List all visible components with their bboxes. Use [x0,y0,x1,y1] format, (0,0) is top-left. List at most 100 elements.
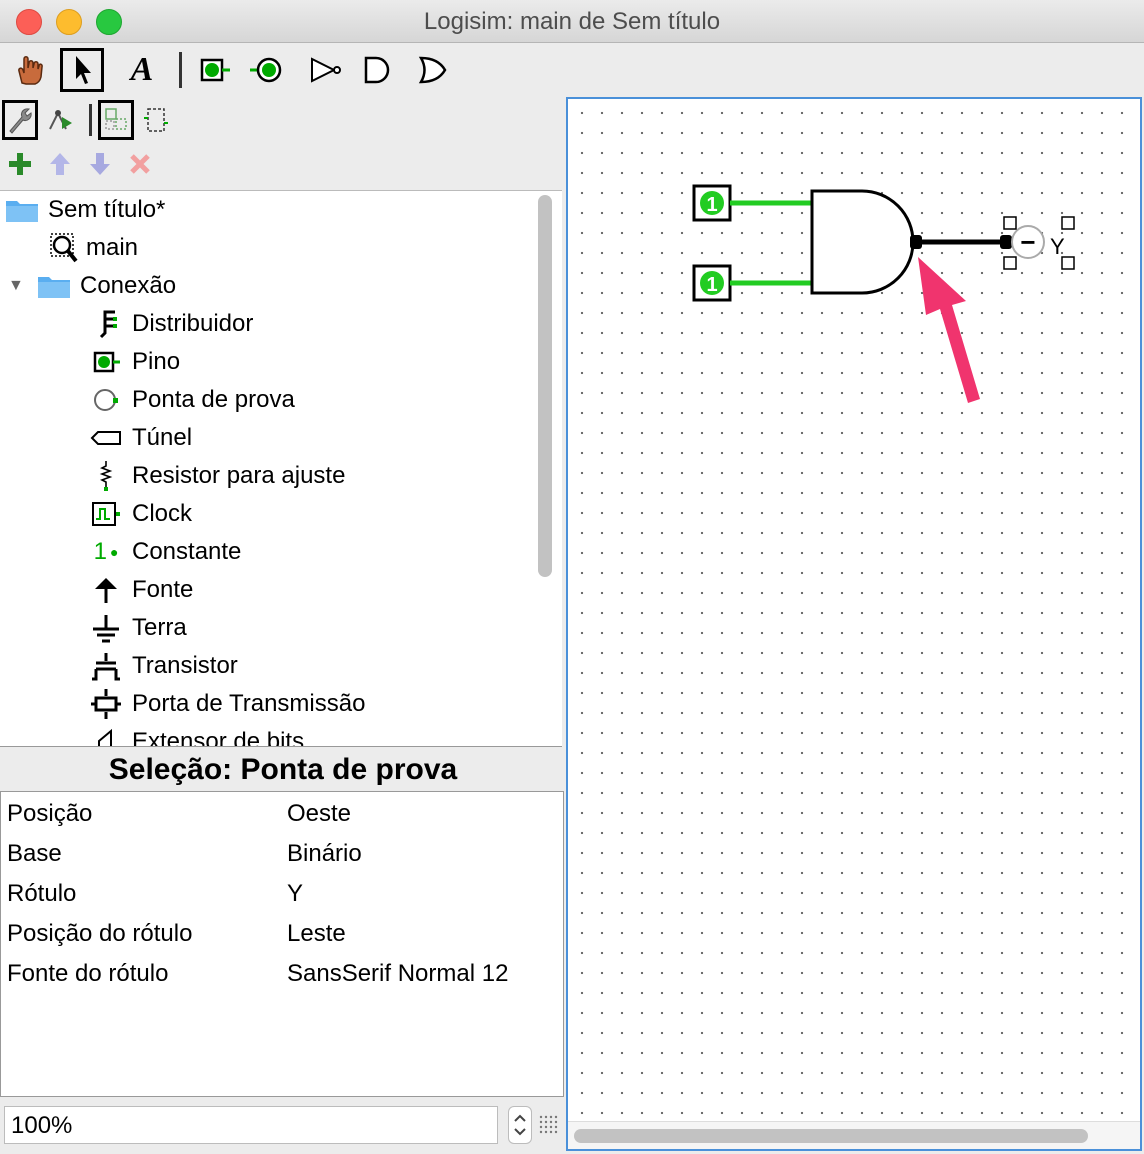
layout-view-button[interactable] [98,100,134,140]
attr-row-fonte-do-rotulo[interactable]: Fonte do rótulo SansSerif Normal 12 [7,954,508,994]
text-tool-button[interactable]: A [120,48,164,92]
probe-y[interactable]: − Y [1003,216,1075,270]
tree-item-label: Resistor para ajuste [132,462,346,489]
selection-handle[interactable] [1003,216,1017,230]
tree-item-label: Pino [132,348,181,375]
scrollbar-thumb[interactable] [574,1129,1088,1143]
or-gate-tool-button[interactable] [410,48,454,92]
probe-icon [86,383,126,417]
chevron-up-down-icon [514,1114,526,1136]
tree-item-distribuidor[interactable]: Distribuidor [86,305,253,343]
tree-item-fonte[interactable]: Fonte [86,571,193,609]
toolbox-view-button[interactable] [2,100,38,140]
selection-handle[interactable] [1061,256,1075,270]
tree-item-porta-de-transmissao[interactable]: Porta de Transmissão [86,685,365,723]
and-gate-icon [364,56,390,84]
tree-item-terra[interactable]: Terra [86,609,187,647]
tree-folder-conexao[interactable]: ▼ Conexão [8,267,176,305]
wire-endpoint[interactable] [1000,235,1012,249]
project-name: Sem título* [48,196,166,223]
tree-item-transistor[interactable]: Transistor [86,647,238,685]
canvas-horizontal-scrollbar[interactable] [568,1121,1140,1149]
tree-item-ponta-de-prova[interactable]: Ponta de prova [86,381,295,419]
logisim-window: Logisim: main de Sem título A Sem título… [0,0,1144,1154]
tree-project[interactable]: Sem título* [2,191,165,229]
input-pin-2[interactable]: 1 [692,264,732,302]
tree-item-constante[interactable]: 1 ● Constante [86,533,242,571]
input-pin-1[interactable]: 1 [692,184,732,222]
tree-item-pino[interactable]: Pino [86,343,180,381]
attr-key: Posição do rótulo [7,920,193,947]
plus-icon [9,153,31,175]
attr-value[interactable]: Oeste [287,800,351,828]
folder-icon [2,193,42,227]
attr-key: Rótulo [7,880,77,907]
tree-circuit-main[interactable]: main [48,229,138,267]
tree-item-label: Transistor [132,652,238,679]
tree-item-tunel[interactable]: Túnel [86,419,192,457]
constant-glyph: 1 [93,538,107,565]
pull-resistor-icon [86,459,126,493]
tree-item-label: Clock [132,500,193,527]
attribute-table: Posição Oeste Base Binário Rótulo Y Posi… [0,791,564,1097]
zoom-field[interactable]: 100% [4,1106,498,1144]
output-pin-tool-button[interactable] [246,48,290,92]
tree-item-label: Túnel [132,424,193,451]
tree-item-resistor-para-ajuste[interactable]: Resistor para ajuste [86,457,345,495]
input-value-2: 1 [706,274,717,296]
wrench-icon [9,108,32,134]
attr-row-base[interactable]: Base Binário [7,834,362,874]
input-pin-tool-button[interactable] [190,48,234,92]
explorer-scrollbar[interactable] [538,195,552,577]
tree-item-extensor-de-bits[interactable]: Extensor de bits [86,723,304,746]
wire-endpoint[interactable] [910,235,922,249]
attr-value[interactable]: Binário [287,840,362,868]
selection-handle[interactable] [1061,216,1075,230]
disclosure-triangle-icon[interactable]: ▼ [8,277,34,295]
attr-row-posicao-do-rotulo[interactable]: Posição do rótulo Leste [7,914,346,954]
clock-icon [86,497,126,531]
resize-grip-icon[interactable] [538,1114,560,1136]
move-down-button[interactable] [82,146,118,182]
simulation-view-button[interactable] [42,100,78,140]
attr-value[interactable]: Y [287,880,303,908]
remove-circuit-button[interactable] [122,146,158,182]
subtoolbar-separator [89,104,92,136]
tree-item-label: Terra [132,614,187,641]
transmission-gate-icon [86,687,126,721]
attr-value[interactable]: SansSerif Normal 12 [287,960,508,988]
selection-handle[interactable] [1003,256,1017,270]
attr-key: Posição [7,800,93,827]
circuit-name: main [86,234,139,261]
power-icon [86,573,126,607]
not-gate-tool-button[interactable] [302,48,346,92]
input-value-1: 1 [706,194,717,216]
circuit-canvas[interactable]: 1 1 − Y [566,97,1142,1151]
constant-icon: 1 ● [93,538,119,565]
select-tool-button[interactable] [60,48,104,92]
poke-tool-button[interactable] [8,48,52,92]
selection-title: Seleção: Ponta de prova [0,748,566,790]
zoom-stepper[interactable] [508,1106,532,1144]
move-up-button[interactable] [42,146,78,182]
attr-value[interactable]: Leste [287,920,346,948]
tree-item-clock[interactable]: Clock [86,495,192,533]
and-gate[interactable] [810,189,915,295]
attr-row-posicao[interactable]: Posição Oeste [7,794,351,834]
tunnel-icon [86,421,126,455]
circuit-layout-icon [105,108,127,130]
splitter-icon [86,307,126,341]
attr-row-rotulo[interactable]: Rótulo Y [7,874,303,914]
appearance-view-button[interactable] [138,100,174,140]
circuit-drawing: 1 1 − Y [692,184,1075,403]
canvas-grid[interactable]: 1 1 − Y [568,99,1140,1121]
toolbar-separator [179,52,182,88]
input-pin-icon [200,58,230,82]
window-title: Logisim: main de Sem título [423,8,721,35]
or-gate-icon [418,56,447,84]
output-pin-icon [250,57,282,83]
tree-item-label: Constante [132,538,242,565]
tree-item-label: Ponta de prova [132,386,295,413]
add-circuit-button[interactable] [2,146,38,182]
and-gate-tool-button[interactable] [354,48,398,92]
